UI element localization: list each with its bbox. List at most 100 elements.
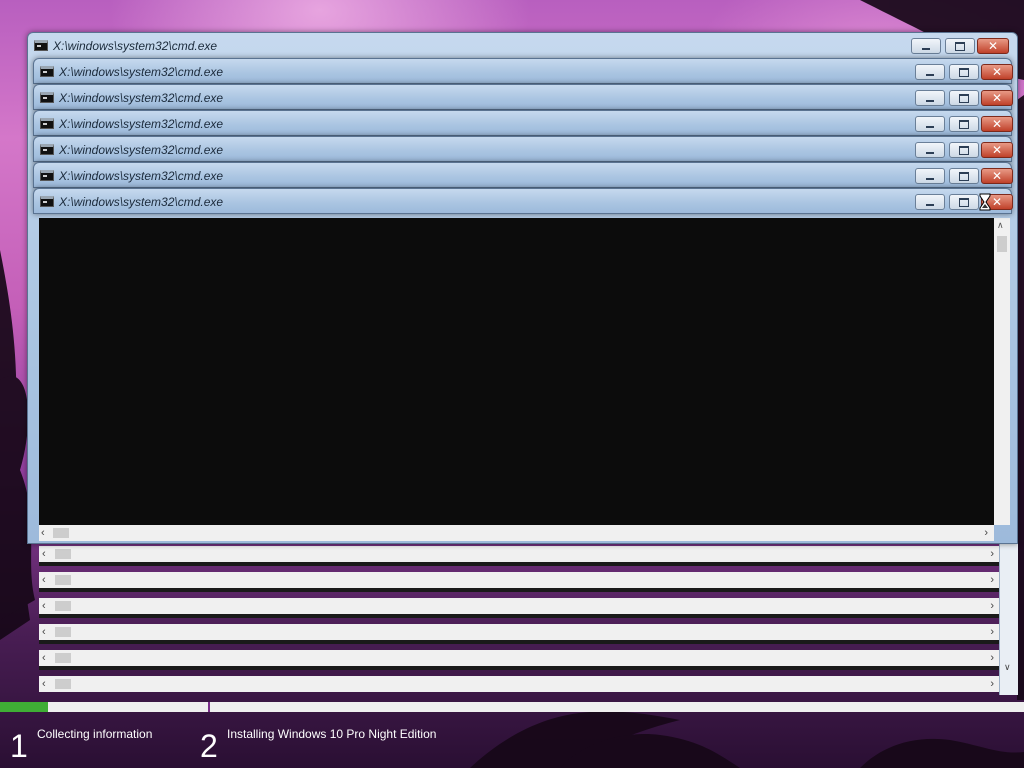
- minimize-button[interactable]: [915, 116, 945, 132]
- minimize-button[interactable]: [915, 64, 945, 80]
- background-window-scrollbar[interactable]: ‹ ›: [39, 624, 999, 644]
- maximize-button[interactable]: [949, 142, 979, 158]
- window-title: X:\windows\system32\cmd.exe: [53, 39, 218, 53]
- close-button[interactable]: ✕: [981, 116, 1013, 132]
- maximize-icon: [959, 197, 969, 207]
- scroll-left-icon[interactable]: ‹: [42, 573, 46, 587]
- maximize-icon: [959, 119, 969, 129]
- background-window-scrollbar[interactable]: ‹ ›: [39, 546, 999, 566]
- cmd-window[interactable]: X:\windows\system32\cmd.exe ✕: [33, 110, 1013, 137]
- scroll-right-icon[interactable]: ›: [990, 573, 994, 587]
- scroll-up-icon[interactable]: ∧: [997, 220, 1004, 231]
- window-title: X:\windows\system32\cmd.exe: [59, 143, 224, 157]
- window-title: X:\windows\system32\cmd.exe: [59, 65, 224, 79]
- scroll-right-icon[interactable]: ›: [990, 547, 994, 561]
- close-button[interactable]: ✕: [981, 168, 1013, 184]
- scroll-thumb[interactable]: [997, 236, 1007, 252]
- window-title: X:\windows\system32\cmd.exe: [59, 117, 224, 131]
- maximize-icon: [959, 145, 969, 155]
- window-title: X:\windows\system32\cmd.exe: [59, 91, 224, 105]
- window-title: X:\windows\system32\cmd.exe: [59, 169, 224, 183]
- maximize-icon: [959, 67, 969, 77]
- minimize-button[interactable]: [915, 90, 945, 106]
- minimize-icon: [926, 151, 934, 154]
- scroll-right-icon[interactable]: ›: [984, 526, 988, 540]
- scroll-left-icon[interactable]: ‹: [42, 599, 46, 613]
- scroll-thumb[interactable]: [55, 679, 71, 689]
- scroll-right-icon[interactable]: ›: [990, 599, 994, 613]
- command-prompt-icon: [40, 92, 54, 103]
- minimize-button[interactable]: [911, 38, 941, 54]
- cmd-window-active[interactable]: X:\windows\system32\cmd.exe ✕: [33, 188, 1013, 215]
- step-2-label: Installing Windows 10 Pro Night Edition: [227, 727, 437, 741]
- command-prompt-icon: [40, 196, 54, 207]
- window-titlebar[interactable]: X:\windows\system32\cmd.exe ✕: [28, 33, 1017, 59]
- background-window-scrollbar[interactable]: ‹ ›: [39, 650, 999, 670]
- scroll-left-icon[interactable]: ‹: [42, 651, 46, 665]
- maximize-icon: [959, 171, 969, 181]
- step-1-label: Collecting information: [37, 727, 153, 741]
- console-output[interactable]: [39, 218, 994, 525]
- close-icon: ✕: [991, 117, 1003, 131]
- step-2-number: 2: [200, 728, 218, 764]
- scroll-left-icon[interactable]: ‹: [42, 677, 46, 691]
- scroll-right-icon[interactable]: ›: [990, 677, 994, 691]
- scroll-thumb[interactable]: [55, 549, 71, 559]
- setup-steps: 1 Collecting information 2 Installing Wi…: [0, 712, 1024, 768]
- maximize-button[interactable]: [949, 168, 979, 184]
- window-titlebar[interactable]: X:\windows\system32\cmd.exe ✕: [34, 163, 1013, 189]
- scroll-thumb[interactable]: [55, 627, 71, 637]
- close-button[interactable]: ✕: [981, 64, 1013, 80]
- horizontal-scrollbar[interactable]: ‹ ›: [39, 525, 994, 541]
- command-prompt-icon: [40, 118, 54, 129]
- setup-progress-fill: [0, 702, 48, 712]
- vertical-scrollbar[interactable]: ∧: [994, 218, 1010, 525]
- cmd-window[interactable]: X:\windows\system32\cmd.exe ✕: [33, 136, 1013, 163]
- minimize-button[interactable]: [915, 194, 945, 210]
- scroll-thumb[interactable]: [55, 653, 71, 663]
- close-icon: ✕: [991, 65, 1003, 79]
- setup-progress-bar: [0, 702, 1024, 712]
- scroll-thumb[interactable]: [55, 575, 71, 585]
- scroll-right-icon[interactable]: ›: [990, 625, 994, 639]
- window-titlebar[interactable]: X:\windows\system32\cmd.exe ✕: [34, 137, 1013, 163]
- scroll-left-icon[interactable]: ‹: [42, 547, 46, 561]
- close-icon: ✕: [991, 91, 1003, 105]
- maximize-button[interactable]: [949, 194, 979, 210]
- maximize-button[interactable]: [945, 38, 975, 54]
- step-1-number: 1: [10, 728, 28, 764]
- minimize-icon: [926, 73, 934, 76]
- background-window-scrollbar[interactable]: ‹ ›: [39, 572, 999, 592]
- scroll-thumb[interactable]: [55, 601, 71, 611]
- window-titlebar[interactable]: X:\windows\system32\cmd.exe ✕: [34, 85, 1013, 111]
- window-titlebar[interactable]: X:\windows\system32\cmd.exe ✕: [34, 189, 1013, 215]
- minimize-button[interactable]: [915, 142, 945, 158]
- close-button[interactable]: ✕: [977, 38, 1009, 54]
- minimize-icon: [926, 99, 934, 102]
- background-window-scrollbar[interactable]: ‹ ›: [39, 598, 999, 618]
- maximize-icon: [959, 93, 969, 103]
- close-button[interactable]: ✕: [981, 142, 1013, 158]
- minimize-icon: [926, 177, 934, 180]
- maximize-button[interactable]: [949, 64, 979, 80]
- command-prompt-icon: [34, 40, 48, 51]
- window-titlebar[interactable]: X:\windows\system32\cmd.exe ✕: [34, 111, 1013, 137]
- scroll-thumb[interactable]: [53, 528, 69, 538]
- close-button[interactable]: ✕: [981, 90, 1013, 106]
- maximize-button[interactable]: [949, 90, 979, 106]
- maximize-button[interactable]: [949, 116, 979, 132]
- minimize-icon: [926, 125, 934, 128]
- cmd-window[interactable]: X:\windows\system32\cmd.exe ✕: [33, 58, 1013, 85]
- background-window-scrollbar[interactable]: ‹ ›: [39, 676, 999, 692]
- cmd-window[interactable]: X:\windows\system32\cmd.exe ✕: [33, 84, 1013, 111]
- window-titlebar[interactable]: X:\windows\system32\cmd.exe ✕: [34, 59, 1013, 85]
- scroll-right-icon[interactable]: ›: [990, 651, 994, 665]
- scroll-down-icon[interactable]: ∨: [1004, 662, 1011, 673]
- scroll-left-icon[interactable]: ‹: [42, 625, 46, 639]
- scroll-left-icon[interactable]: ‹: [41, 526, 45, 540]
- cmd-window[interactable]: X:\windows\system32\cmd.exe ✕: [33, 162, 1013, 189]
- minimize-button[interactable]: [915, 168, 945, 184]
- close-icon: ✕: [991, 143, 1003, 157]
- command-prompt-icon: [40, 170, 54, 181]
- progress-step-divider: [208, 702, 210, 712]
